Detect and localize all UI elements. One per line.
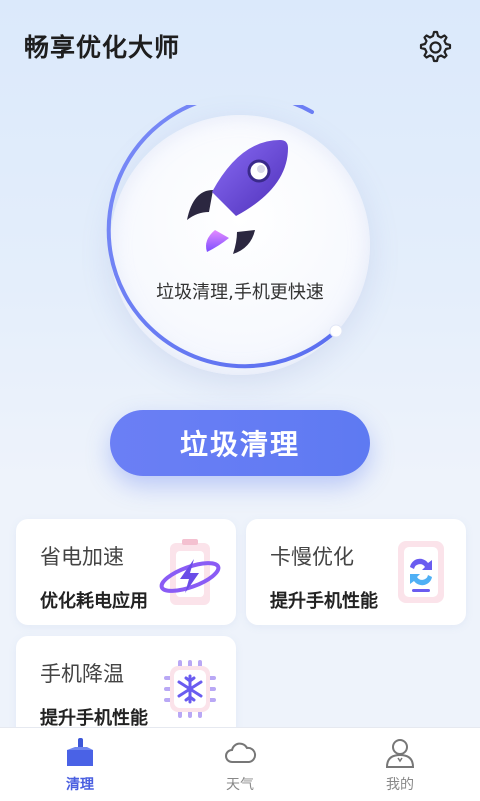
tab-label: 天气 bbox=[226, 777, 254, 793]
battery-bolt-icon bbox=[159, 539, 221, 605]
card-title: 手机降温 bbox=[40, 662, 124, 686]
card-title: 卡慢优化 bbox=[270, 545, 354, 569]
cloud-icon bbox=[225, 742, 257, 763]
user-icon bbox=[385, 739, 415, 768]
gear-icon[interactable] bbox=[416, 28, 452, 64]
tab-clean[interactable]: 清理 bbox=[0, 728, 160, 801]
app-title: 畅享优化大师 bbox=[24, 33, 181, 62]
bottom-tab-bar: 清理 天气 我的 bbox=[0, 727, 480, 801]
app-header: 畅享优化大师 bbox=[0, 0, 480, 90]
tab-weather[interactable]: 天气 bbox=[160, 728, 320, 801]
card-subtitle: 提升手机性能 bbox=[270, 591, 378, 612]
phone-refresh-icon bbox=[398, 541, 444, 603]
card-subtitle: 优化耗电应用 bbox=[40, 591, 148, 612]
tab-label: 清理 bbox=[66, 777, 94, 793]
card-power-saving[interactable]: 省电加速 优化耗电应用 bbox=[16, 519, 236, 625]
junk-clean-button[interactable]: 垃圾清理 bbox=[110, 410, 370, 476]
broom-icon bbox=[67, 738, 93, 766]
card-title: 省电加速 bbox=[40, 545, 124, 569]
tab-mine[interactable]: 我的 bbox=[320, 728, 480, 801]
rocket-icon bbox=[187, 140, 288, 254]
tab-label: 我的 bbox=[386, 777, 414, 793]
card-lag-optimize[interactable]: 卡慢优化 提升手机性能 bbox=[246, 519, 466, 625]
snowflake-chip-icon bbox=[164, 660, 216, 718]
dial-caption: 垃圾清理,手机更快速 bbox=[156, 282, 324, 303]
